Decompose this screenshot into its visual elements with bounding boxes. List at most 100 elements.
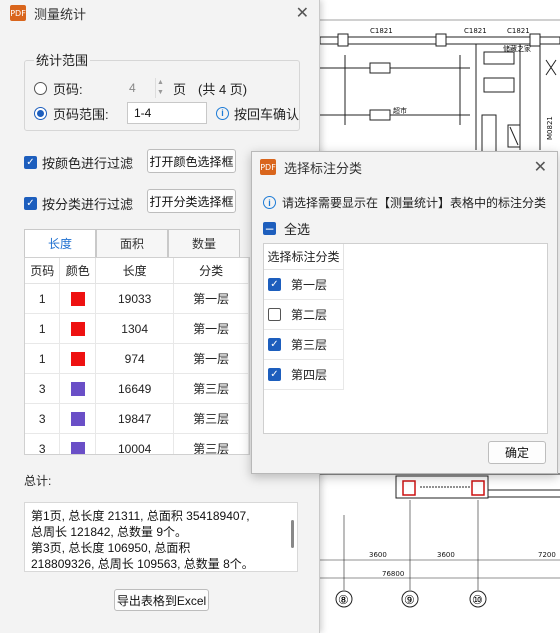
category-label: 第一层 — [291, 278, 328, 292]
category-list-header: 选择标注分类 — [264, 244, 344, 270]
window-title: 测量统计 — [34, 6, 87, 22]
summary-line: 第3页, 总长度 106950, 总面积 — [31, 541, 191, 555]
color-swatch — [70, 381, 85, 396]
info-row: i 请选择需要显示在【测量统计】表格中的标注分类 — [263, 194, 546, 211]
cell-page: 3 — [25, 404, 61, 434]
class-filter-label: 按分类进行过滤 — [42, 197, 134, 212]
axis-8-label: ⑧ — [338, 593, 349, 607]
cad-label: 3600 — [437, 551, 455, 559]
category-checkbox[interactable]: ✓ — [268, 278, 281, 291]
dialog-title: 选择标注分类 — [284, 160, 363, 176]
range-radio[interactable] — [34, 106, 47, 120]
category-item[interactable]: ✓ 第四层 — [264, 360, 344, 390]
summary-line: 218809326, 总周长 109563, 总数量 8个。 — [31, 557, 254, 571]
cell-color — [60, 434, 96, 454]
category-label: 第三层 — [291, 338, 328, 352]
category-checkbox[interactable] — [268, 308, 281, 321]
spin-arrows-icon[interactable]: ▲ ▼ — [155, 78, 165, 98]
axis-10-label: ⑩ — [472, 593, 483, 607]
class-filter-row: ✓ 按分类进行过滤 — [24, 194, 133, 213]
color-filter-row: ✓ 按颜色进行过滤 — [24, 153, 133, 172]
cell-length: 16649 — [95, 374, 175, 404]
class-filter-checkbox[interactable]: ✓ — [24, 197, 37, 210]
cell-length: 19033 — [95, 284, 175, 314]
page-radio[interactable] — [34, 81, 47, 95]
page-value: 4 — [129, 81, 136, 95]
table-row[interactable]: 3 19847 第三层 — [25, 404, 249, 434]
tab-area[interactable]: 面积 — [96, 229, 168, 258]
category-item[interactable]: ✓ 第三层 — [264, 330, 344, 360]
cad-label: 7200 — [538, 551, 556, 559]
color-swatch — [70, 291, 85, 306]
app-logo-icon: PDF — [10, 5, 26, 21]
range-group-label: 统计范围 — [34, 50, 91, 69]
color-swatch — [70, 321, 85, 336]
cell-page: 3 — [25, 374, 61, 404]
color-filter-label: 按颜色进行过滤 — [42, 156, 134, 171]
header-length[interactable]: 长度 — [95, 258, 175, 284]
category-titlebar[interactable]: PDF 选择标注分类 ✕ — [252, 152, 557, 182]
cad-label: 76800 — [382, 570, 404, 578]
stats-table: 页码 颜色 长度 分类 1 19033 第一层 1 1304 第一层 1 974 第一层 3 166… — [24, 257, 250, 455]
cell-category: 第一层 — [174, 314, 249, 344]
category-checkbox[interactable]: ✓ — [268, 368, 281, 381]
page-label: 页码: — [53, 81, 83, 97]
info-text: 请选择需要显示在【测量统计】表格中的标注分类 — [282, 196, 547, 210]
category-dialog: PDF 选择标注分类 ✕ i 请选择需要显示在【测量统计】表格中的标注分类 − … — [251, 151, 558, 474]
table-row[interactable]: 1 1304 第一层 — [25, 314, 249, 344]
app-logo-icon: PDF — [260, 159, 276, 175]
measure-titlebar[interactable]: PDF 测量统计 ✕ — [0, 0, 319, 26]
cell-category: 第三层 — [174, 374, 249, 404]
table-row[interactable]: 3 16649 第三层 — [25, 374, 249, 404]
open-color-dialog-button[interactable]: 打开颜色选择框 — [147, 149, 236, 173]
color-filter-checkbox[interactable]: ✓ — [24, 156, 37, 169]
close-icon[interactable]: ✕ — [534, 157, 547, 176]
cell-category: 第一层 — [174, 284, 249, 314]
ok-button[interactable]: 确定 — [488, 441, 546, 464]
select-all-label: 全选 — [284, 222, 311, 237]
header-category[interactable]: 分类 — [174, 258, 249, 284]
header-color[interactable]: 颜色 — [60, 258, 96, 284]
range-input[interactable]: 1-4 — [127, 102, 207, 124]
close-icon[interactable]: ✕ — [296, 3, 309, 22]
cell-category: 第三层 — [174, 404, 249, 434]
cad-label: C1821 — [464, 27, 487, 35]
total-label: 总计: — [24, 474, 52, 488]
category-item[interactable]: 第二层 — [264, 300, 344, 330]
category-label: 第二层 — [291, 308, 328, 322]
page-total: (共 4 页) — [198, 81, 248, 97]
cell-color — [60, 344, 96, 374]
table-row[interactable]: 1 974 第一层 — [25, 344, 249, 374]
tab-count[interactable]: 数量 — [168, 229, 240, 258]
cell-page: 1 — [25, 284, 61, 314]
color-swatch — [70, 411, 85, 426]
category-label: 第四层 — [291, 368, 328, 382]
stat-tabs: 长度 面积 数量 — [24, 229, 240, 258]
cell-color — [60, 374, 96, 404]
table-row[interactable]: 3 10004 第三层 — [25, 434, 249, 454]
cell-length: 1304 — [95, 314, 175, 344]
cad-label: 3600 — [369, 551, 387, 559]
select-all-checkbox[interactable]: − — [263, 222, 276, 236]
cell-color — [60, 314, 96, 344]
cell-length: 19847 — [95, 404, 175, 434]
table-row[interactable]: 1 19033 第一层 — [25, 284, 249, 314]
header-page[interactable]: 页码 — [25, 258, 61, 284]
cell-color — [60, 404, 96, 434]
open-class-dialog-button[interactable]: 打开分类选择框 — [147, 189, 236, 213]
tab-length[interactable]: 长度 — [24, 229, 96, 258]
export-excel-button[interactable]: 导出表格到Excel — [114, 589, 209, 611]
info-icon: i — [216, 106, 229, 120]
summary-text[interactable]: 第1页, 总长度 21311, 总面积 354189407, 总周长 12184… — [24, 502, 298, 572]
enter-hint: 按回车确认 — [234, 106, 300, 122]
category-list: 选择标注分类 ✓ 第一层第二层 ✓ 第三层 ✓ 第四层 — [263, 243, 548, 434]
cad-label: 超市 — [393, 106, 407, 115]
summary-scrollbar[interactable] — [291, 520, 294, 548]
range-label: 页码范围: — [53, 106, 109, 122]
table-header: 页码 颜色 长度 分类 — [25, 258, 249, 284]
cell-page: 1 — [25, 344, 61, 374]
category-checkbox[interactable]: ✓ — [268, 338, 281, 351]
cad-label: C1821 — [370, 27, 393, 35]
page-spinbox[interactable]: 4 ▲ ▼ — [125, 78, 165, 98]
category-item[interactable]: ✓ 第一层 — [264, 270, 344, 300]
